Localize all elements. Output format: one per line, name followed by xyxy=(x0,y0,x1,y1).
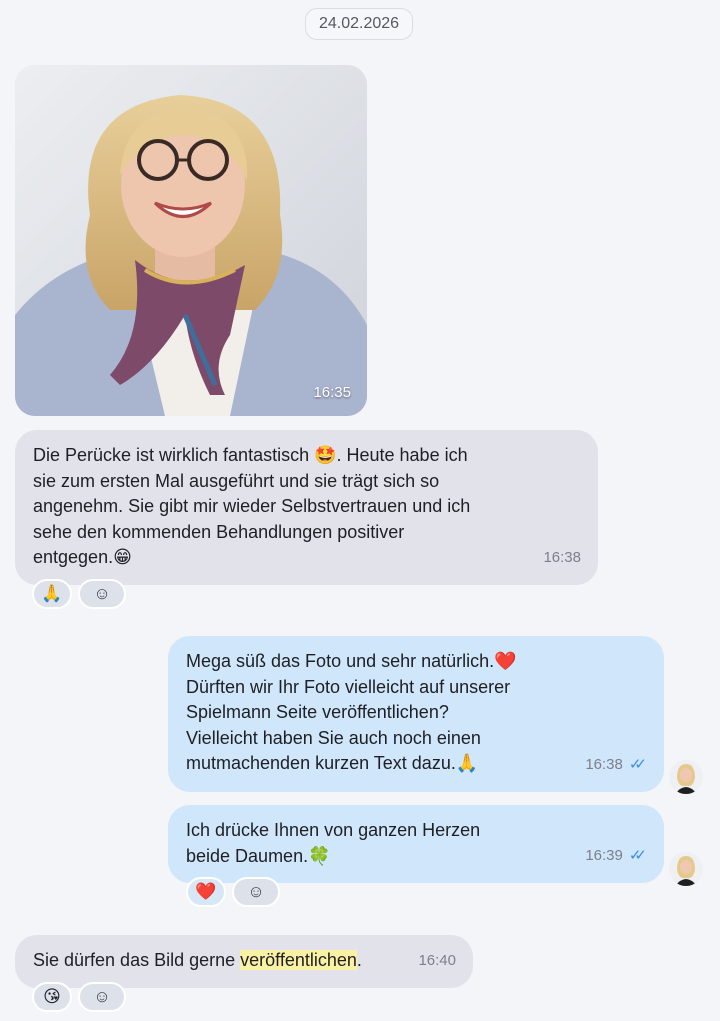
add-reaction-icon: ☺ xyxy=(247,882,265,901)
message-time: 16:38 xyxy=(585,755,623,773)
kiss-emoji: 😘 xyxy=(43,987,61,1006)
reaction-kiss[interactable]: 😘 xyxy=(32,982,72,1012)
reaction-heart[interactable]: ❤️ xyxy=(186,877,226,907)
highlighted-word: veröffentlichen xyxy=(240,950,357,970)
add-reaction-icon: ☺ xyxy=(93,987,111,1006)
add-reaction-button[interactable]: ☺ xyxy=(232,877,280,907)
message-time: 16:35 xyxy=(313,384,351,401)
heart-emoji: ❤️ xyxy=(195,882,217,901)
photo-message[interactable]: 16:35 xyxy=(15,65,367,416)
avatar-image xyxy=(669,852,703,886)
date-separator: 24.02.2026 xyxy=(305,8,413,40)
outgoing-message[interactable]: Ich drücke Ihnen von ganzen Herzen beide… xyxy=(168,805,664,883)
add-reaction-icon: ☺ xyxy=(93,584,111,603)
pray-emoji: 🙏 xyxy=(41,584,63,603)
avatar[interactable] xyxy=(669,760,703,794)
incoming-message[interactable]: Sie dürfen das Bild gerne veröffentliche… xyxy=(15,935,473,988)
double-check-icon: ✓✓ xyxy=(628,755,647,773)
message-text: Sie dürfen das Bild gerne veröffentliche… xyxy=(33,948,455,974)
message-time: 16:40 xyxy=(418,951,456,969)
date-label: 24.02.2026 xyxy=(318,15,400,32)
message-time: 16:38 xyxy=(543,548,581,566)
avatar-image xyxy=(669,760,703,794)
reaction-pray[interactable]: 🙏 xyxy=(32,579,72,609)
add-reaction-button[interactable]: ☺ xyxy=(78,982,126,1012)
message-time: 16:39 xyxy=(585,846,623,864)
outgoing-message[interactable]: Mega süß das Foto und sehr natürlich.❤️ … xyxy=(168,636,664,792)
message-text-part: . xyxy=(356,950,362,970)
add-reaction-button[interactable]: ☺ xyxy=(78,579,126,609)
avatar[interactable] xyxy=(669,852,703,886)
message-text: Mega süß das Foto und sehr natürlich.❤️ … xyxy=(186,651,517,773)
message-text: Ich drücke Ihnen von ganzen Herzen beide… xyxy=(186,820,481,866)
portrait-image xyxy=(15,65,367,416)
double-check-icon: ✓✓ xyxy=(628,846,647,864)
message-text: Die Perücke ist wirklich fantastisch 🤩. … xyxy=(33,445,471,567)
incoming-message[interactable]: Die Perücke ist wirklich fantastisch 🤩. … xyxy=(15,430,598,585)
message-text-part: Sie dürfen das Bild gerne xyxy=(33,950,241,970)
